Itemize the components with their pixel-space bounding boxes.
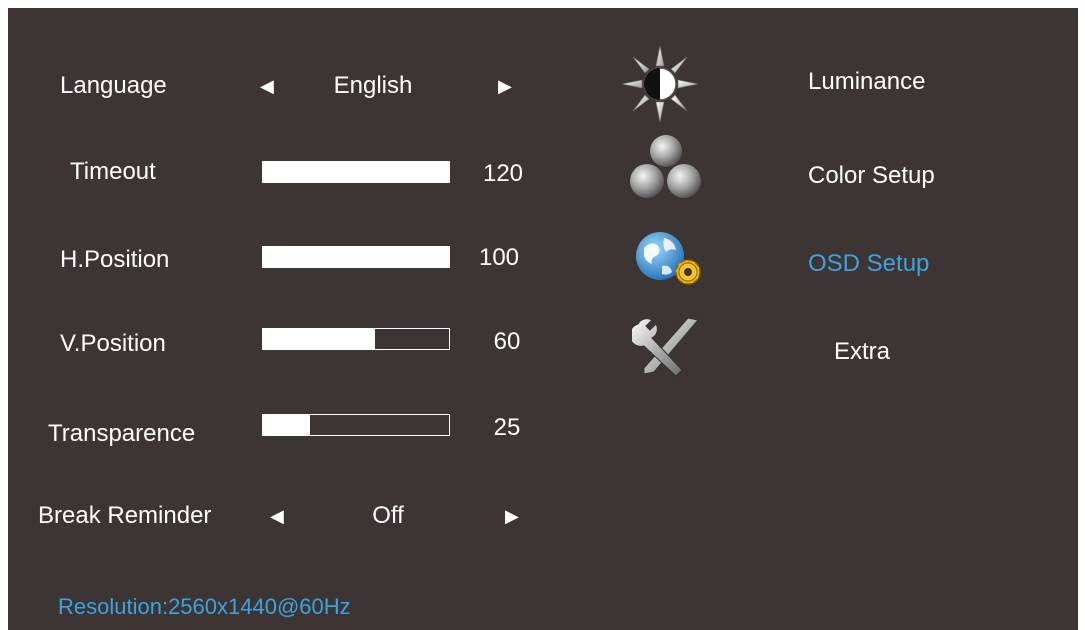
timeout-slider[interactable] bbox=[262, 161, 450, 183]
menu-item-osd-setup[interactable]: OSD Setup bbox=[808, 250, 929, 278]
transparence-value: 25 bbox=[493, 414, 521, 441]
timeout-value: 120 bbox=[482, 160, 524, 187]
h-position-label: H.Position bbox=[60, 246, 170, 273]
language-label: Language bbox=[60, 72, 167, 99]
h-position-slider-fill bbox=[263, 247, 449, 267]
break-reminder-left-arrow[interactable]: ◀ bbox=[270, 502, 284, 530]
transparence-slider[interactable] bbox=[262, 414, 450, 436]
language-left-arrow[interactable]: ◀ bbox=[260, 72, 274, 100]
break-reminder-value: Off bbox=[372, 502, 404, 529]
break-reminder-label: Break Reminder bbox=[38, 502, 212, 529]
menu-item-extra[interactable]: Extra bbox=[834, 338, 890, 366]
globe-gear-icon[interactable] bbox=[632, 228, 708, 290]
color-spheres-icon[interactable] bbox=[628, 134, 704, 202]
break-reminder-right-arrow[interactable]: ▶ bbox=[505, 502, 519, 530]
tools-icon[interactable] bbox=[632, 314, 704, 380]
transparence-slider-fill bbox=[263, 415, 310, 435]
resolution-status: Resolution:2560x1440@60Hz bbox=[58, 594, 351, 619]
v-position-value: 60 bbox=[493, 328, 521, 355]
language-right-arrow[interactable]: ▶ bbox=[498, 72, 512, 100]
menu-item-luminance[interactable]: Luminance bbox=[808, 68, 925, 96]
menu-item-color-setup[interactable]: Color Setup bbox=[808, 162, 935, 190]
transparence-label: Transparence bbox=[48, 420, 196, 447]
language-value: English bbox=[333, 72, 413, 99]
timeout-label: Timeout bbox=[70, 158, 156, 185]
h-position-value: 100 bbox=[478, 244, 520, 271]
v-position-label: V.Position bbox=[60, 330, 166, 357]
h-position-slider[interactable] bbox=[262, 246, 450, 268]
timeout-slider-fill bbox=[263, 162, 449, 182]
osd-menu: Language ◀ English ▶ Timeout 120 H.Posit… bbox=[8, 8, 1078, 630]
sun-icon[interactable] bbox=[620, 44, 700, 124]
v-position-slider-fill bbox=[263, 329, 375, 349]
v-position-slider[interactable] bbox=[262, 328, 450, 350]
